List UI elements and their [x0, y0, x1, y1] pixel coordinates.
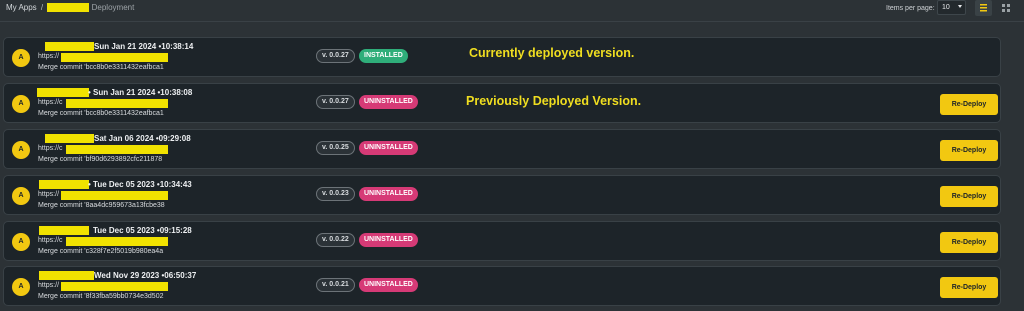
status-badge: UNINSTALLED [359, 187, 418, 201]
top-bar: My Apps / Deployment Items per page: 10 [0, 0, 1024, 22]
status-badge: UNINSTALLED [359, 141, 418, 155]
items-per-page-select[interactable]: 10 [937, 0, 966, 15]
annotation-current-version: Currently deployed version. [469, 46, 635, 60]
header-divider [0, 21, 1024, 22]
version-badge: v. 0.0.27 [316, 49, 355, 63]
status-badge: UNINSTALLED [359, 95, 418, 109]
deployment-timestamp: Sat Jan 06 2024 •09:29:08 [94, 134, 191, 143]
deployment-row: A Sat Jan 06 2024 •09:29:08 https://c Me… [3, 129, 1001, 169]
status-badge: UNINSTALLED [359, 278, 418, 292]
commit-message: Merge commit 'bcc8b0e3311432eafbca1 [38, 110, 164, 117]
commit-message: Merge commit '8f33fba59bb0734e3d502 [38, 293, 164, 300]
version-badge: v. 0.0.23 [316, 187, 355, 201]
breadcrumb-my-apps[interactable]: My Apps [6, 3, 37, 12]
redacted-url [61, 191, 168, 200]
items-per-page-value: 10 [942, 4, 950, 11]
avatar: A [12, 49, 30, 67]
deployment-row: A • Tue Dec 05 2023 •10:34:43 https:// M… [3, 175, 1001, 215]
avatar: A [12, 233, 30, 251]
redeploy-button[interactable]: Re-Deploy [940, 94, 998, 115]
deployment-url[interactable]: https:// [38, 53, 59, 63]
deployment-timestamp: Sun Jan 21 2024 •10:38:14 [94, 42, 194, 51]
redacted-url [66, 99, 168, 108]
redacted-url [66, 145, 168, 154]
list-icon [980, 4, 987, 12]
deployment-url[interactable]: https:// [38, 282, 59, 292]
annotation-previous-version: Previously Deployed Version. [466, 94, 642, 108]
avatar: A [12, 141, 30, 159]
redacted-author [39, 180, 89, 189]
redacted-url [61, 282, 168, 291]
deployment-timestamp: • Tue Dec 05 2023 •10:34:43 [88, 180, 192, 189]
commit-message: Merge commit 'c328f7e2f5019b980ea4a [38, 248, 164, 255]
redeploy-button[interactable]: Re-Deploy [940, 186, 998, 207]
commit-message: Merge commit 'bcc8b0e3311432eafbca1 [38, 64, 164, 71]
redacted-author [45, 134, 94, 143]
redeploy-button[interactable]: Re-Deploy [940, 277, 998, 298]
grid-icon [1002, 4, 1010, 12]
redacted-url [61, 53, 168, 62]
avatar: A [12, 95, 30, 113]
redacted-author [45, 42, 94, 51]
deployment-timestamp: • Sun Jan 21 2024 •10:38:08 [88, 88, 193, 97]
grid-view-button[interactable] [998, 0, 1015, 16]
version-badge: v. 0.0.21 [316, 278, 355, 292]
version-badge: v. 0.0.27 [316, 95, 355, 109]
avatar: A [12, 278, 30, 296]
redacted-author [39, 226, 89, 235]
list-view-button[interactable] [975, 0, 992, 16]
deployment-url[interactable]: https://c [38, 237, 63, 247]
items-per-page-label: Items per page: [886, 5, 935, 12]
redacted-author [37, 88, 89, 97]
deployment-url[interactable]: https://c [38, 99, 63, 109]
breadcrumb: My Apps / Deployment [6, 3, 134, 12]
redeploy-button[interactable]: Re-Deploy [940, 140, 998, 161]
version-badge: v. 0.0.22 [316, 233, 355, 247]
chevron-down-icon [958, 5, 962, 8]
deployment-url[interactable]: https:// [38, 191, 59, 201]
deployment-timestamp: Wed Nov 29 2023 •06:50:37 [94, 271, 197, 280]
version-badge: v. 0.0.25 [316, 141, 355, 155]
commit-message: Merge commit 'bf90d6293892cfc211878 [38, 156, 163, 163]
breadcrumb-separator: / [40, 3, 44, 12]
breadcrumb-current: Deployment [91, 3, 135, 12]
status-badge: UNINSTALLED [359, 233, 418, 247]
deployment-timestamp: Tue Dec 05 2023 •09:15:28 [93, 226, 192, 235]
deployment-row: A Wed Nov 29 2023 •06:50:37 https:// Mer… [3, 266, 1001, 306]
deployment-url[interactable]: https://c [38, 145, 63, 155]
redacted-url [66, 237, 168, 246]
commit-message: Merge commit '8aa4dc959673a13fcbe38 [38, 202, 165, 209]
breadcrumb-app-name-redacted[interactable] [47, 3, 90, 12]
redacted-author [39, 271, 94, 280]
deployment-row: A Tue Dec 05 2023 •09:15:28 https://c Me… [3, 221, 1001, 261]
avatar: A [12, 187, 30, 205]
redeploy-button[interactable]: Re-Deploy [940, 232, 998, 253]
status-badge: INSTALLED [359, 49, 408, 63]
